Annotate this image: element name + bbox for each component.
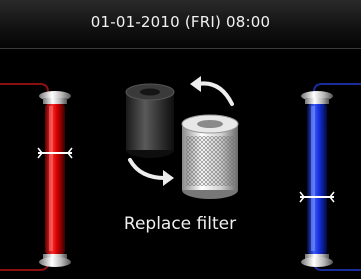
replace-filter-message: Replace filter	[123, 214, 237, 234]
main-graphics	[0, 76, 361, 271]
right-bracket-top	[313, 83, 361, 93]
old-filter-icon	[125, 83, 175, 158]
filter-status-screen: 01-01-2010 (FRI) 08:00 Replace filter	[0, 0, 361, 279]
left-bracket-top	[0, 83, 49, 93]
left-level-gauge	[0, 83, 73, 271]
left-tube-bottom-cap	[39, 257, 71, 267]
left-tube	[45, 104, 65, 254]
right-tube	[307, 104, 327, 254]
right-tube-bottom-cap	[301, 257, 333, 267]
new-filter-icon	[181, 114, 239, 199]
right-level-gauge	[299, 83, 361, 271]
